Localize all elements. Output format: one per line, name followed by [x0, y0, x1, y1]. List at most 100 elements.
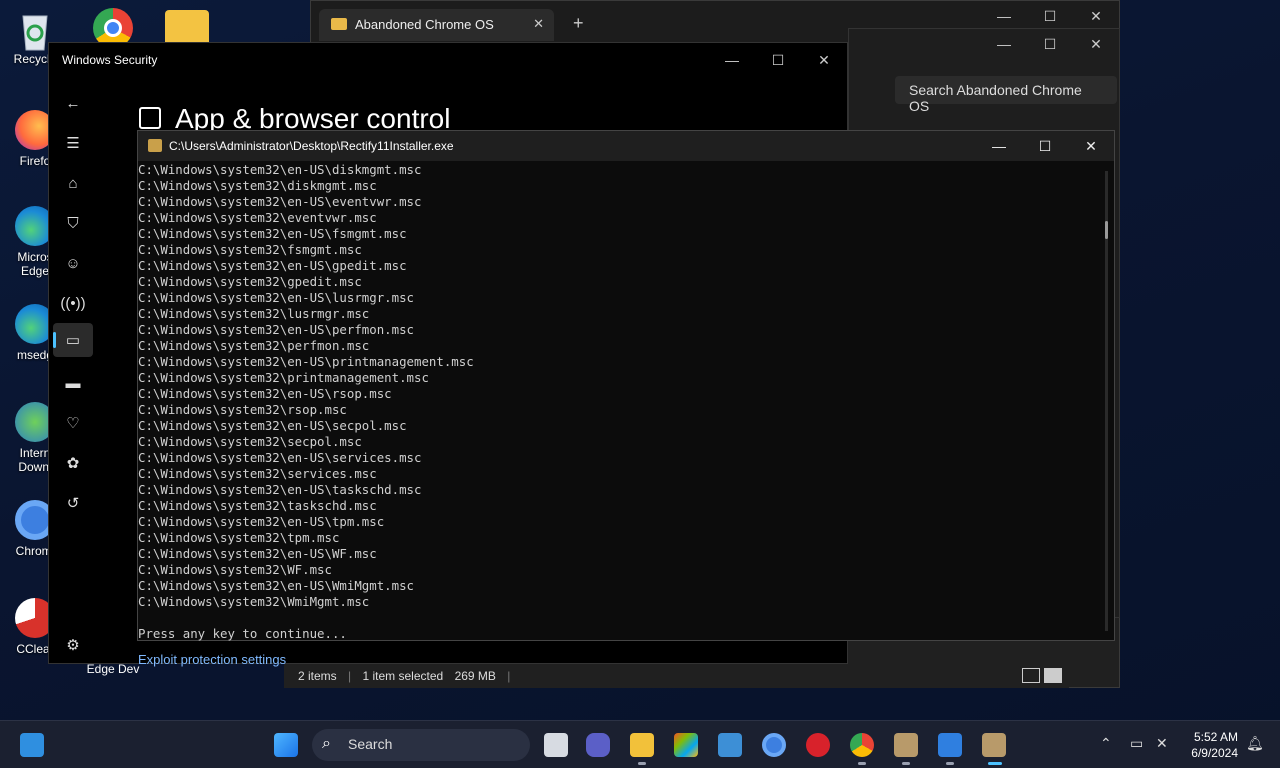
- folder-icon: [331, 18, 347, 30]
- chrome-icon[interactable]: [850, 733, 874, 757]
- clock-time: 5:52 AM: [1193, 730, 1238, 744]
- status-separator: |: [507, 669, 511, 683]
- window-title: Windows Security: [62, 53, 158, 67]
- console-line: C:\Windows\system32\eventvwr.msc: [138, 210, 377, 225]
- network-icon[interactable]: ((•)): [60, 291, 85, 315]
- console-line: C:\Windows\system32\tpm.msc: [138, 530, 340, 545]
- console-line: C:\Windows\system32\WmiMgmt.msc: [138, 594, 370, 609]
- close-button[interactable]: ✕: [1068, 131, 1114, 161]
- chromium-icon[interactable]: [762, 733, 786, 757]
- windows-security-icon[interactable]: [938, 733, 962, 757]
- taskbar: ⌕ Search ⌃ ▭ ✕ 5:52 AM 6/9/2024 🔔︎: [0, 720, 1280, 768]
- exploit-protection-link[interactable]: Exploit protection settings: [138, 652, 286, 667]
- new-tab-button[interactable]: +: [573, 13, 584, 34]
- minimize-button[interactable]: —: [709, 45, 755, 75]
- history-icon[interactable]: ↺: [61, 491, 85, 515]
- taskbar-search-label: Search: [348, 736, 393, 752]
- taskbar-search-box[interactable]: ⌕ Search: [312, 729, 530, 761]
- desktop-icon-folder[interactable]: [152, 10, 222, 46]
- account-icon[interactable]: ☺: [61, 251, 85, 275]
- notification-bell-icon[interactable]: 🔔︎: [1246, 735, 1264, 752]
- task-view-icon[interactable]: [544, 733, 568, 757]
- family-options-icon[interactable]: ✿: [61, 451, 85, 475]
- console-line: C:\Windows\system32\en-US\lusrmgr.msc: [138, 290, 415, 305]
- teams-icon[interactable]: [586, 733, 610, 757]
- console-line: C:\Windows\system32\en-US\services.msc: [138, 450, 422, 465]
- maximize-button[interactable]: ☐: [755, 45, 801, 75]
- home-icon[interactable]: ⌂: [61, 171, 85, 195]
- console-line: C:\Windows\system32\lusrmgr.msc: [138, 306, 370, 321]
- running-indicator: [858, 762, 866, 765]
- status-selection: 1 item selected: [362, 669, 444, 683]
- back-arrow-icon[interactable]: ←: [61, 91, 85, 115]
- volume-muted-icon[interactable]: ✕: [1156, 735, 1168, 752]
- device-health-icon[interactable]: ♡: [61, 411, 85, 435]
- minimize-button[interactable]: —: [981, 29, 1027, 59]
- installer-icon[interactable]: [982, 733, 1006, 757]
- file-explorer-icon[interactable]: [630, 733, 654, 757]
- running-indicator: [946, 762, 954, 765]
- widgets-icon[interactable]: [20, 733, 44, 757]
- console-line: C:\Windows\system32\en-US\printmanagemen…: [138, 354, 474, 369]
- console-title-bar: C:\Users\Administrator\Desktop\Rectify11…: [138, 131, 1114, 161]
- folder-icon: [165, 10, 209, 46]
- console-line: C:\Windows\system32\en-US\perfmon.msc: [138, 322, 415, 337]
- console-line: C:\Windows\system32\en-US\secpol.msc: [138, 418, 407, 433]
- details-view-icon[interactable]: [1022, 668, 1040, 683]
- status-separator: |: [348, 669, 352, 683]
- explorer-tab[interactable]: Abandoned Chrome OS ✕: [319, 9, 554, 41]
- minimize-button[interactable]: —: [976, 131, 1022, 161]
- explorer-search-input[interactable]: Search Abandoned Chrome OS: [895, 76, 1117, 114]
- device-security-icon[interactable]: ▬: [61, 371, 85, 395]
- console-line: C:\Windows\system32\taskschd.msc: [138, 498, 377, 513]
- console-line: C:\Windows\system32\en-US\gpedit.msc: [138, 258, 407, 273]
- maximize-button[interactable]: ☐: [1022, 131, 1068, 161]
- console-line: C:\Windows\system32\en-US\eventvwr.msc: [138, 194, 422, 209]
- close-button[interactable]: ✕: [801, 45, 847, 75]
- active-indicator: [988, 762, 1002, 765]
- settings-gear-icon[interactable]: ⚙: [61, 633, 85, 657]
- security-sidebar: ← ☰ ⌂ ⛉ ☺ ((•)) ▭ ▬ ♡ ✿ ↺ ⚙: [49, 83, 97, 663]
- minimize-button[interactable]: —: [981, 1, 1027, 31]
- shield-icon[interactable]: ⛉: [61, 211, 85, 235]
- search-icon: ⌕: [322, 735, 331, 752]
- close-button[interactable]: ✕: [1073, 1, 1119, 31]
- status-size: 269 MB: [454, 669, 496, 683]
- desktop-icon-label: Edge Dev: [86, 662, 140, 676]
- console-line: C:\Windows\system32\en-US\taskschd.msc: [138, 482, 422, 497]
- running-indicator: [902, 762, 910, 765]
- app-browser-icon[interactable]: ▭: [61, 328, 85, 352]
- start-windows-icon[interactable]: [274, 733, 298, 757]
- console-line: C:\Windows\system32\gpedit.msc: [138, 274, 362, 289]
- console-line: C:\Windows\system32\fsmgmt.msc: [138, 242, 362, 257]
- close-button[interactable]: ✕: [1073, 29, 1119, 59]
- console-line: C:\Windows\system32\en-US\WmiMgmt.msc: [138, 578, 415, 593]
- control-panel-icon[interactable]: [718, 733, 742, 757]
- clock-date: 6/9/2024: [1191, 746, 1238, 760]
- console-line: C:\Windows\system32\WF.msc: [138, 562, 332, 577]
- console-line: C:\Windows\system32\printmanagement.msc: [138, 370, 429, 385]
- console-scrollbar[interactable]: [1105, 171, 1108, 631]
- hamburger-menu-icon[interactable]: ☰: [61, 131, 85, 155]
- close-tab-icon[interactable]: ✕: [533, 16, 544, 32]
- chevron-up-icon[interactable]: ⌃: [1100, 735, 1112, 752]
- installer-icon[interactable]: [894, 733, 918, 757]
- taskbar-clock[interactable]: 5:52 AM 6/9/2024: [1191, 729, 1238, 761]
- console-scroll-thumb[interactable]: [1105, 221, 1108, 239]
- console-line: C:\Windows\system32\en-US\WF.msc: [138, 546, 377, 561]
- status-item-count: 2 items: [298, 669, 337, 683]
- console-line: C:\Windows\system32\secpol.msc: [138, 434, 362, 449]
- network-icon[interactable]: ▭: [1130, 735, 1143, 752]
- store-icon[interactable]: [674, 733, 698, 757]
- console-line: C:\Windows\system32\services.msc: [138, 466, 377, 481]
- maximize-button[interactable]: ☐: [1027, 1, 1073, 31]
- opera-icon[interactable]: [806, 733, 830, 757]
- console-line: C:\Windows\system32\en-US\tpm.msc: [138, 514, 385, 529]
- console-line: C:\Windows\system32\en-US\fsmgmt.msc: [138, 226, 407, 241]
- tiles-view-icon[interactable]: [1044, 668, 1062, 683]
- console-line: C:\Windows\system32\en-US\rsop.msc: [138, 386, 392, 401]
- maximize-button[interactable]: ☐: [1027, 29, 1073, 59]
- console-line: C:\Windows\system32\en-US\diskmgmt.msc: [138, 162, 422, 177]
- console-output: C:\Windows\system32\en-US\diskmgmt.msc C:…: [138, 162, 474, 642]
